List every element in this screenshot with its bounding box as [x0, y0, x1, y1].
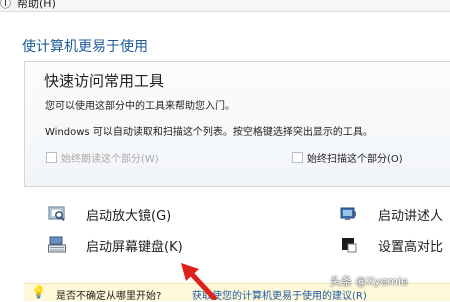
checkbox-box [46, 151, 57, 163]
lightbulb-icon: 💡 [31, 285, 46, 299]
set-high-contrast-link[interactable]: 设置高对比 [340, 234, 443, 256]
start-narrator-link[interactable]: 启动讲述人 [340, 203, 443, 225]
magnifier-icon [48, 205, 66, 223]
menu-fragment: Ⓘ [0, 0, 11, 10]
set-high-contrast-label: 设置高对比 [378, 239, 444, 255]
panel-description: 您可以使用这部分中的工具来帮助您入门。 [45, 101, 235, 112]
menu-bar: Ⓘ 帮助(H) [0, 0, 450, 12]
keyboard-icon [48, 236, 66, 254]
always-read-checkbox[interactable]: 始终朗读这个部分(W) [46, 150, 159, 165]
always-scan-checkbox[interactable]: 始终扫描这个部分(O) [292, 150, 403, 165]
always-read-label: 始终朗读这个部分(W) [61, 153, 159, 165]
start-narrator-label: 启动讲述人 [378, 208, 444, 224]
menu-help[interactable]: 帮助(H) [17, 0, 56, 11]
start-onscreen-keyboard-label: 启动屏幕键盘(K) [86, 239, 183, 255]
start-magnifier-link[interactable]: 启动放大镜(G) [48, 203, 171, 225]
contrast-icon [340, 236, 358, 254]
start-onscreen-keyboard-link[interactable]: 启动屏幕键盘(K) [48, 234, 183, 256]
page-title: 使计算机更易于使用 [22, 39, 148, 55]
checkbox-box [292, 151, 303, 163]
red-arrow-annotation [181, 263, 217, 300]
panel-instructions: Windows 可以自动读取和扫描这个列表。按空格键选择突出显示的工具。 [45, 127, 373, 138]
always-scan-label: 始终扫描这个部分(O) [307, 153, 403, 165]
narrator-icon [340, 205, 358, 223]
start-magnifier-label: 启动放大镜(G) [86, 208, 172, 224]
panel-title: 快速访问常用工具 [44, 72, 165, 90]
watermark: 头条 @Xyemie [330, 275, 408, 288]
quick-access-panel: 快速访问常用工具 您可以使用这部分中的工具来帮助您入门。 Windows 可以自… [24, 61, 450, 187]
